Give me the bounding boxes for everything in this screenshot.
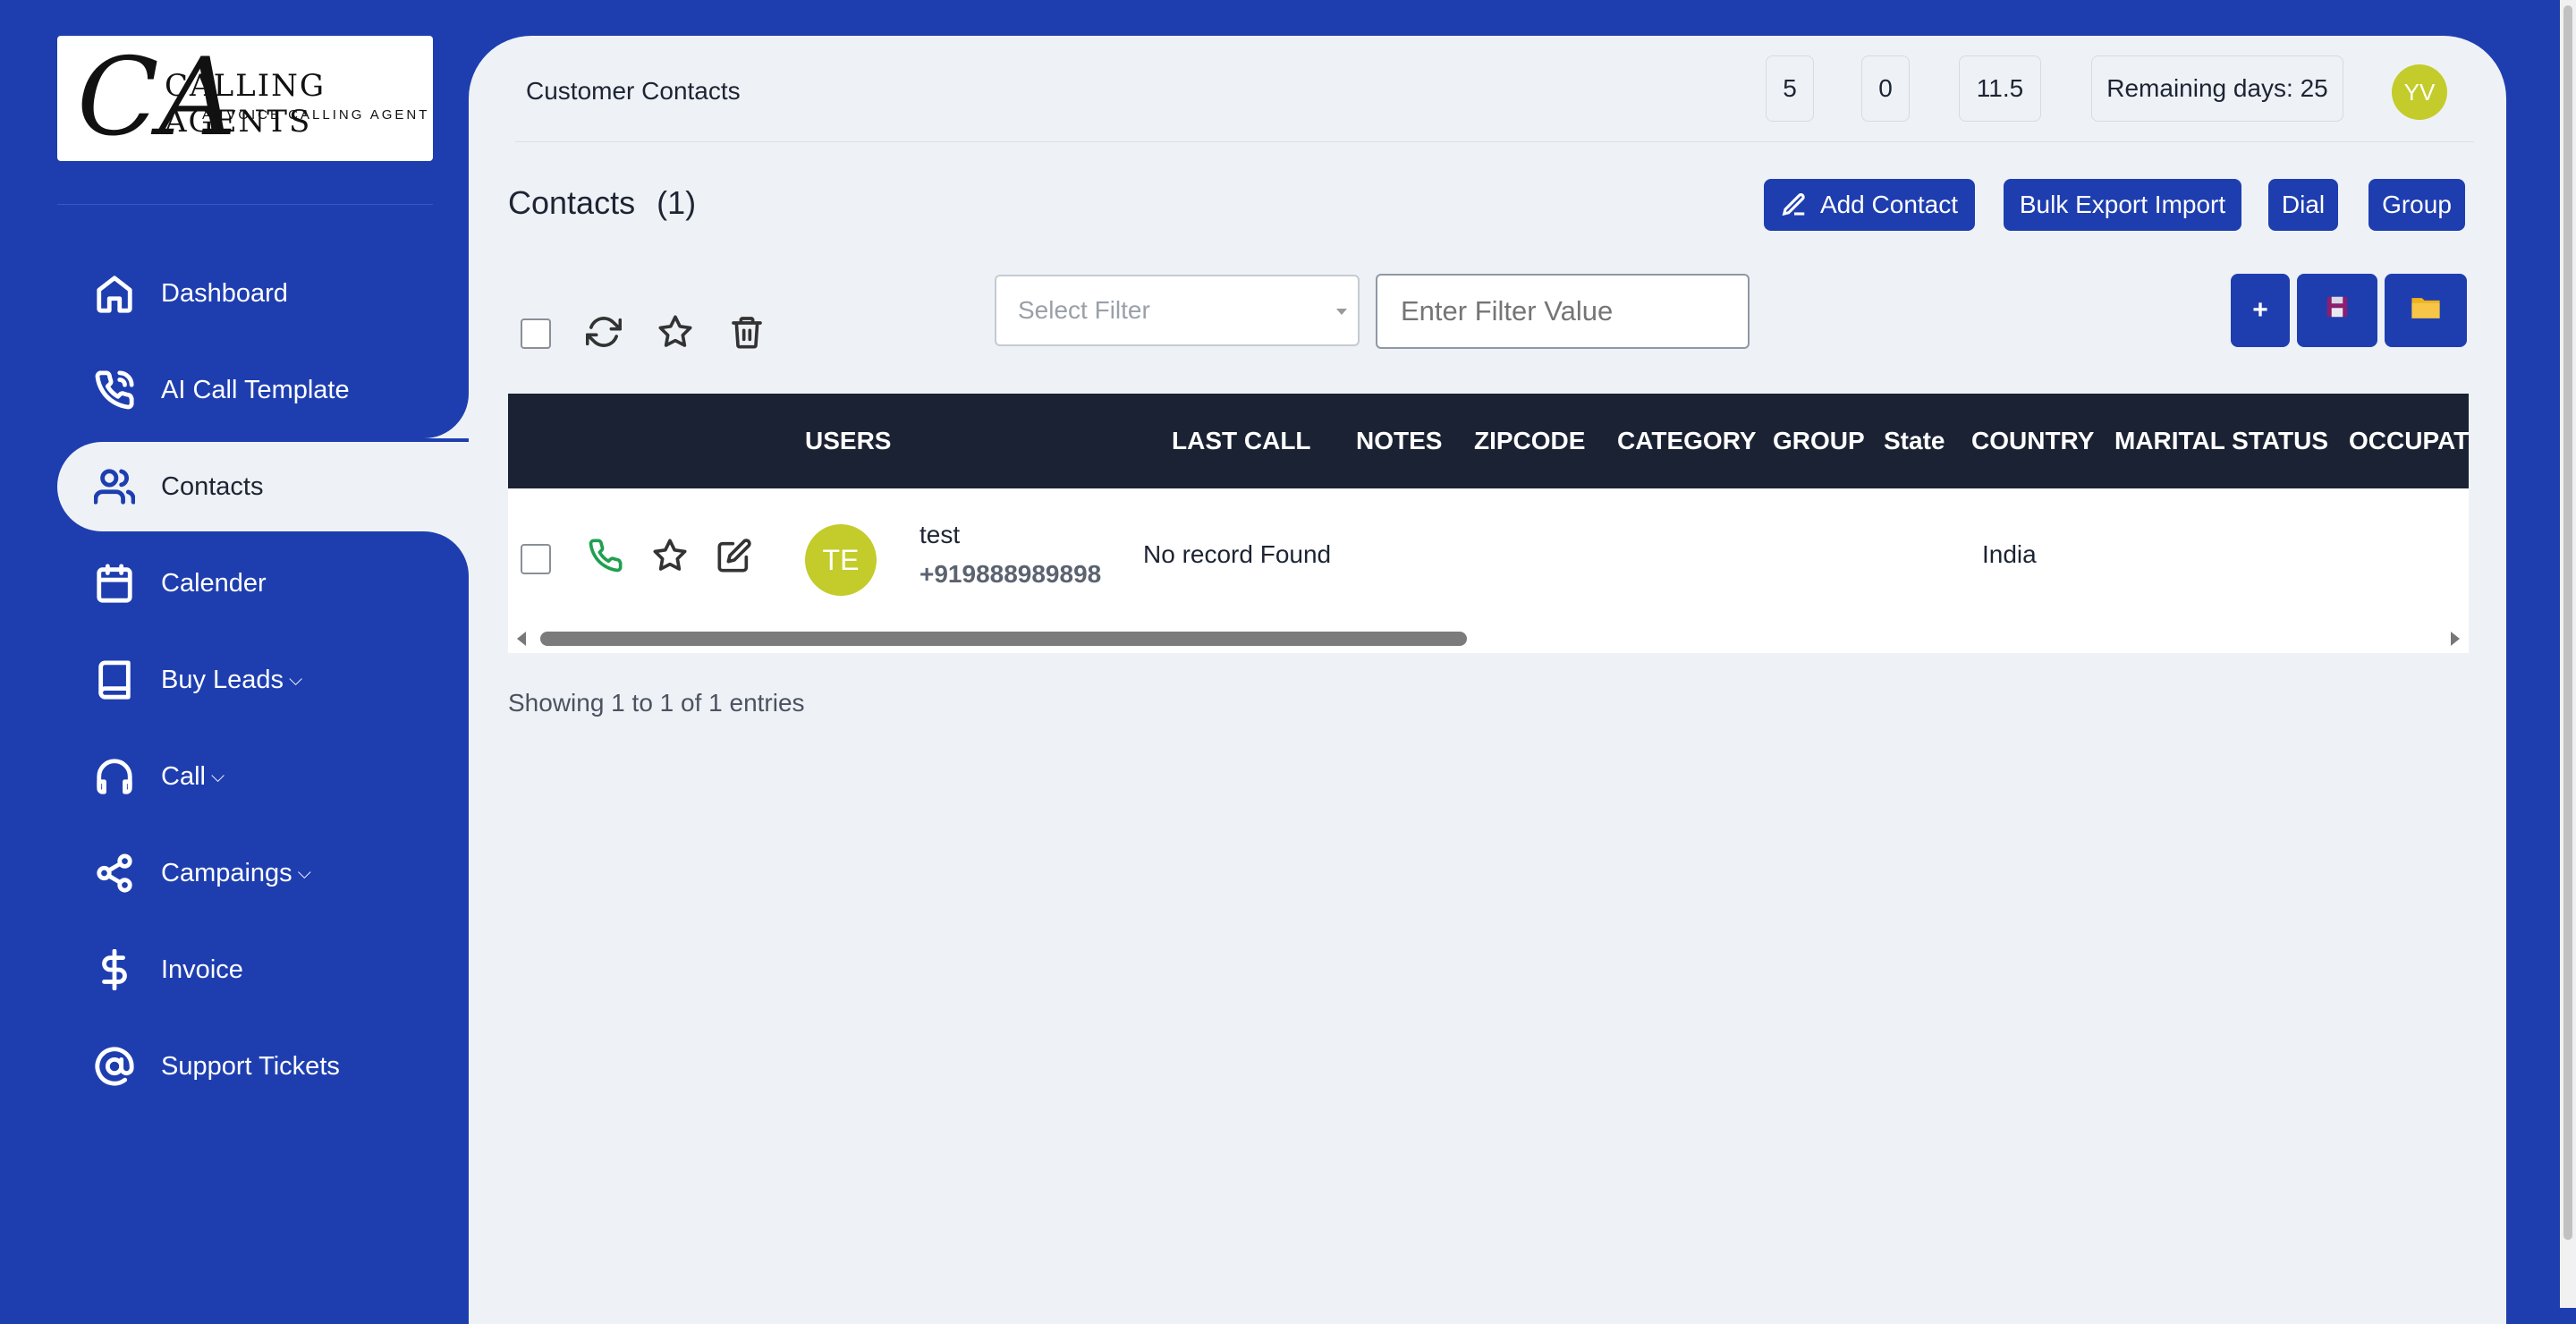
scrollbar-thumb[interactable] bbox=[540, 632, 1467, 646]
calendar-icon bbox=[93, 562, 136, 605]
trash-icon[interactable] bbox=[726, 311, 767, 352]
load-filter-button[interactable] bbox=[2385, 274, 2467, 347]
select-filter-dropdown[interactable]: Select Filter bbox=[995, 275, 1360, 346]
book-icon bbox=[93, 658, 136, 701]
sidebar-item-contacts[interactable]: Contacts bbox=[57, 442, 469, 531]
floppy-disk-icon bbox=[2324, 293, 2351, 327]
page-scrollbar-thumb[interactable] bbox=[2563, 5, 2572, 1240]
column-header-marital-status[interactable]: MARITAL STATUS bbox=[2114, 394, 2328, 488]
sidebar-item-label: Campaings bbox=[161, 858, 292, 887]
edit-icon[interactable] bbox=[714, 535, 755, 576]
table-horizontal-scrollbar[interactable] bbox=[508, 623, 2469, 653]
column-header-last-call[interactable]: LAST CALL bbox=[1172, 394, 1311, 488]
select-filter-placeholder: Select Filter bbox=[1018, 296, 1150, 324]
sidebar-item-call[interactable]: Call ⌵ bbox=[57, 732, 469, 821]
brand-name: CALLING AGENTS bbox=[165, 68, 326, 140]
contact-phone: +919888989898 bbox=[919, 560, 1102, 588]
sidebar-item-invoice[interactable]: Invoice bbox=[57, 925, 469, 1014]
brand-tagline: AI VOICE CALLING AGENT bbox=[202, 107, 430, 123]
group-button[interactable]: Group bbox=[2368, 179, 2465, 231]
row-checkbox[interactable] bbox=[521, 544, 551, 574]
contacts-heading: Contacts (1) bbox=[508, 184, 696, 222]
sidebar-item-label: Dashboard bbox=[161, 278, 288, 308]
star-icon[interactable] bbox=[649, 535, 691, 576]
star-icon[interactable] bbox=[655, 311, 696, 352]
sidebar-item-campaings[interactable]: Campaings ⌵ bbox=[57, 828, 469, 918]
sidebar-item-label: Buy Leads bbox=[161, 665, 284, 694]
column-header-state[interactable]: State bbox=[1884, 394, 1945, 488]
sidebar-item-label: Contacts bbox=[161, 471, 264, 501]
scroll-left-icon[interactable] bbox=[517, 632, 526, 646]
users-icon bbox=[93, 465, 136, 508]
user-avatar[interactable]: YV bbox=[2392, 64, 2447, 120]
sidebar-item-label: AI Call Template bbox=[161, 375, 350, 404]
add-contact-button[interactable]: Add Contact bbox=[1764, 179, 1975, 231]
sidebar-item-label: Invoice bbox=[161, 955, 243, 984]
bulk-export-import-button[interactable]: Bulk Export Import bbox=[2004, 179, 2241, 231]
sidebar-divider bbox=[57, 204, 433, 205]
share-icon bbox=[93, 852, 136, 895]
sidebar-item-label: Call bbox=[161, 761, 206, 791]
contacts-title: Contacts bbox=[508, 184, 636, 221]
active-curve-top bbox=[424, 394, 469, 438]
contact-country: India bbox=[1982, 540, 2037, 568]
sidebar-item-calender[interactable]: Calender bbox=[57, 539, 469, 628]
table-row[interactable]: TE test +919888989898 No record Found In… bbox=[508, 488, 2469, 623]
pencil-icon bbox=[1782, 193, 1805, 216]
add-filter-button[interactable]: + bbox=[2231, 274, 2290, 347]
caret-down-icon bbox=[1336, 309, 1347, 315]
chevron-down-icon: ⌵ bbox=[210, 766, 225, 786]
column-header-category[interactable]: CATEGORY bbox=[1617, 394, 1757, 488]
scroll-right-icon[interactable] bbox=[2451, 632, 2460, 646]
column-header-notes[interactable]: NOTES bbox=[1356, 394, 1442, 488]
folder-icon bbox=[2411, 293, 2441, 327]
dial-button[interactable]: Dial bbox=[2268, 179, 2338, 231]
save-filter-button[interactable] bbox=[2297, 274, 2377, 347]
page-title: Customer Contacts bbox=[526, 77, 741, 105]
chevron-down-icon: ⌵ bbox=[297, 862, 311, 883]
sidebar-item-support-tickets[interactable]: Support Tickets bbox=[57, 1022, 469, 1111]
sidebar-item-ai-call-template[interactable]: AI Call Template bbox=[57, 345, 469, 435]
stat-badge: 5 bbox=[1766, 55, 1814, 122]
phone-call-icon[interactable] bbox=[585, 535, 626, 576]
contact-name: test bbox=[919, 521, 961, 548]
refresh-icon[interactable] bbox=[583, 311, 624, 352]
add-contact-label: Add Contact bbox=[1819, 191, 1959, 218]
filter-value-input[interactable] bbox=[1376, 274, 1750, 349]
column-header-group[interactable]: GROUP bbox=[1773, 394, 1865, 488]
at-sign-icon bbox=[93, 1045, 136, 1088]
column-header-users[interactable]: USERS bbox=[805, 394, 891, 488]
stat-badge: 0 bbox=[1861, 55, 1910, 122]
brand-logo[interactable]: CA CALLING AGENTS AI VOICE CALLING AGENT bbox=[57, 36, 433, 161]
phone-icon bbox=[93, 369, 136, 412]
headphones-icon bbox=[93, 755, 136, 798]
home-icon bbox=[93, 272, 136, 315]
stat-badge: 11.5 bbox=[1959, 55, 2041, 122]
contact-last-call: No record Found bbox=[1143, 540, 1332, 568]
column-header-occupation[interactable]: OCCUPATION bbox=[2349, 394, 2469, 488]
header-divider bbox=[515, 141, 2474, 142]
sidebar-item-label: Support Tickets bbox=[161, 1051, 340, 1081]
main-panel: Customer Contacts 5 0 11.5 Remaining day… bbox=[469, 36, 2506, 1324]
sidebar-item-buy-leads[interactable]: Buy Leads ⌵ bbox=[57, 635, 469, 725]
chevron-down-icon: ⌵ bbox=[289, 669, 303, 690]
pagination-info: Showing 1 to 1 of 1 entries bbox=[508, 689, 805, 717]
table-header: USERS LAST CALL NOTES ZIPCODE CATEGORY G… bbox=[508, 394, 2469, 488]
contact-avatar: TE bbox=[805, 524, 877, 596]
column-header-country[interactable]: COUNTRY bbox=[1971, 394, 2094, 488]
column-header-zipcode[interactable]: ZIPCODE bbox=[1474, 394, 1585, 488]
select-all-checkbox[interactable] bbox=[521, 318, 551, 349]
contacts-count: (1) bbox=[657, 184, 697, 221]
page-scrollbar[interactable] bbox=[2560, 0, 2576, 1308]
sidebar-item-label: Calender bbox=[161, 568, 267, 598]
remaining-days-badge: Remaining days: 25 bbox=[2091, 55, 2343, 122]
dollar-icon bbox=[93, 948, 136, 991]
sidebar-item-dashboard[interactable]: Dashboard bbox=[57, 249, 469, 338]
